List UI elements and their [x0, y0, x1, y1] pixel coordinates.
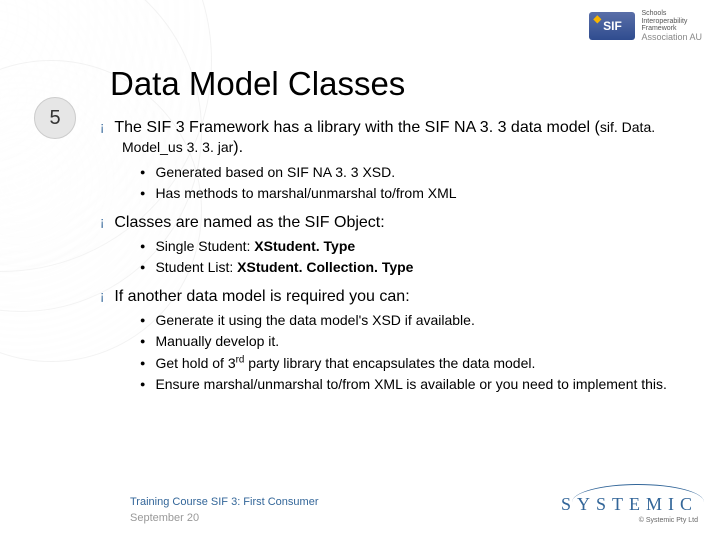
sub-bullet: ●Get hold of 3rd party library that enca…: [140, 353, 690, 373]
sub-bullet: ●Ensure marshal/unmarshal to/from XML is…: [140, 375, 690, 394]
sub-bullet-text: Generated based on SIF NA 3. 3 XSD.: [155, 164, 395, 180]
slide-title: Data Model Classes: [110, 65, 405, 103]
sub-bullet: ●Has methods to marshal/unmarshal to/fro…: [140, 184, 690, 203]
dot-bullet-icon: ●: [140, 336, 155, 346]
bullet-2-text: Classes are named as the SIF Object:: [114, 214, 384, 231]
ring-bullet-icon: ¡: [100, 214, 114, 229]
sub-bullet-html: Get hold of 3rd party library that encap…: [155, 355, 535, 371]
sif-logo: SIF Schools Interoperability Framework A…: [589, 10, 702, 43]
dot-bullet-icon: ●: [140, 262, 155, 272]
bullet-1-text-b: ).: [233, 139, 243, 156]
bullet-3-sublist: ●Generate it using the data model's XSD …: [140, 311, 690, 393]
systemic-logo: SYSTEMIC © Systemic Pty Ltd: [561, 494, 698, 524]
sub-bullet: ●Generated based on SIF NA 3. 3 XSD.: [140, 163, 690, 182]
bullet-1-text-a: The SIF 3 Framework has a library with t…: [114, 119, 600, 136]
systemic-name: SYSTEMIC: [561, 494, 698, 515]
sif-badge-text: SIF: [603, 19, 622, 33]
dot-bullet-icon: ●: [140, 315, 155, 325]
sub-bullet-text: Manually develop it.: [155, 333, 279, 349]
dot-bullet-icon: ●: [140, 167, 155, 177]
footer-line2: September 20: [130, 511, 318, 526]
sub-bullet-text: Ensure marshal/unmarshal to/from XML is …: [155, 376, 667, 392]
bullet-3: ¡If another data model is required you c…: [100, 287, 690, 307]
sub-bullet-text: Has methods to marshal/unmarshal to/from…: [155, 185, 456, 201]
slide-content: ¡The SIF 3 Framework has a library with …: [100, 118, 690, 404]
bullet-1: ¡The SIF 3 Framework has a library with …: [100, 118, 690, 159]
slide-number-text: 5: [49, 107, 60, 130]
slide-number: 5: [34, 97, 74, 137]
logo-association: Association AU: [641, 33, 702, 43]
slide-number-circle: 5: [34, 97, 76, 139]
sub-bullet-text: Generate it using the data model's XSD i…: [155, 312, 474, 328]
bullet-3-text: If another data model is required you ca…: [114, 288, 409, 305]
sub-bullet-bold: XStudent. Type: [254, 238, 355, 254]
dot-bullet-icon: ●: [140, 358, 155, 368]
sub-bullet: ●Manually develop it.: [140, 332, 690, 351]
sub-bullet-pre: Single Student:: [155, 238, 254, 254]
logo-small-2: Interoperability: [641, 18, 702, 26]
swoosh-icon: [572, 484, 704, 503]
dot-bullet-icon: ●: [140, 241, 155, 251]
bullet-2: ¡Classes are named as the SIF Object:: [100, 213, 690, 233]
dot-bullet-icon: ●: [140, 188, 155, 198]
sif-badge-icon: SIF: [589, 12, 635, 40]
logo-small-1: Schools: [641, 10, 702, 18]
sub-bullet: ●Student List: XStudent. Collection. Typ…: [140, 258, 690, 277]
dot-bullet-icon: ●: [140, 379, 155, 389]
sif-logo-text: Schools Interoperability Framework Assoc…: [641, 10, 702, 43]
sub-bullet: ●Generate it using the data model's XSD …: [140, 311, 690, 330]
footer: Training Course SIF 3: First Consumer Se…: [130, 495, 318, 526]
bullet-2-sublist: ●Single Student: XStudent. Type ●Student…: [140, 237, 690, 277]
ring-bullet-icon: ¡: [100, 119, 114, 134]
ring-bullet-icon: ¡: [100, 288, 114, 303]
sub-bullet: ●Single Student: XStudent. Type: [140, 237, 690, 256]
sub-bullet-pre: Student List:: [155, 259, 237, 275]
footer-line1: Training Course SIF 3: First Consumer: [130, 495, 318, 510]
sub-bullet-bold: XStudent. Collection. Type: [237, 259, 413, 275]
systemic-copyright: © Systemic Pty Ltd: [561, 517, 698, 524]
bullet-1-sublist: ●Generated based on SIF NA 3. 3 XSD. ●Ha…: [140, 163, 690, 203]
